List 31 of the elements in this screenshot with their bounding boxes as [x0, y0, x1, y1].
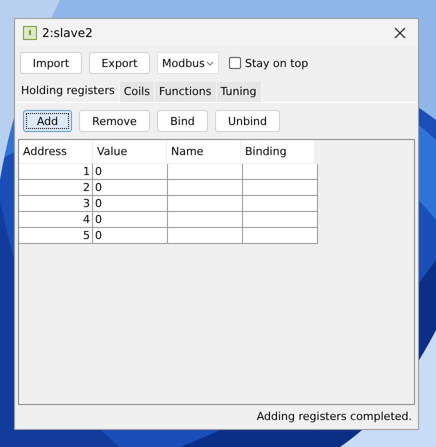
- chevron-icon: [206, 60, 214, 66]
- column-header[interactable]: Address: [19, 140, 93, 164]
- tab[interactable]: Coils: [120, 82, 155, 102]
- action-button[interactable]: Add: [23, 110, 72, 132]
- protocol-dropdown[interactable]: Modbus: [157, 52, 219, 74]
- tab[interactable]: Functions: [154, 82, 216, 102]
- table-cell: 5: [19, 228, 93, 244]
- checkbox-label: Stay on top: [245, 56, 308, 70]
- table-cell: 1: [19, 164, 93, 180]
- action-button[interactable]: Remove: [79, 110, 150, 132]
- table-cell: 2: [19, 180, 93, 196]
- toolbar-button[interactable]: Export: [89, 52, 150, 74]
- action-button[interactable]: Unbind: [215, 110, 280, 132]
- close-icon[interactable]: [394, 26, 406, 38]
- table-cell: 0: [93, 196, 168, 212]
- toolbar-button[interactable]: Import: [20, 52, 82, 74]
- table-cell: 0: [93, 164, 168, 180]
- table-cell: 4: [19, 212, 93, 228]
- tab[interactable]: Tuning: [216, 82, 262, 102]
- app-icon: [23, 26, 37, 40]
- column-header[interactable]: Binding: [241, 140, 315, 164]
- column-header[interactable]: Name: [167, 140, 241, 164]
- window-title: 2:slave2: [42, 26, 94, 40]
- column-header[interactable]: Value: [93, 140, 167, 164]
- status-text: Adding registers completed.: [256, 409, 413, 425]
- table-cell: 0: [93, 180, 168, 196]
- table-cell: 3: [19, 196, 93, 212]
- checkbox[interactable]: [229, 57, 241, 69]
- table-cell: 0: [93, 212, 168, 228]
- action-button[interactable]: Bind: [157, 110, 208, 132]
- table-cell: 0: [93, 228, 168, 244]
